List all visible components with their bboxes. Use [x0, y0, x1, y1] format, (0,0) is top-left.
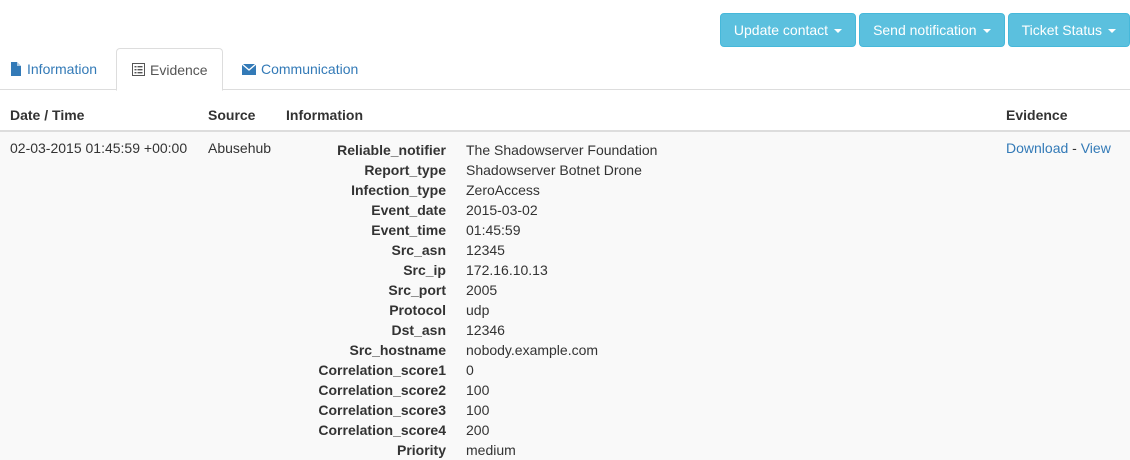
information-row: Correlation_score3 100 [286, 400, 766, 420]
information-row: Correlation_score2 100 [286, 380, 766, 400]
tab-information-label: Information [27, 61, 98, 77]
evidence-links: Download - View [1006, 140, 1111, 156]
information-key: Report_type [364, 162, 446, 178]
file-icon [10, 62, 22, 76]
information-key: Correlation_score3 [318, 402, 446, 418]
ticket-status-button[interactable]: Ticket Status [1007, 13, 1130, 47]
information-key: Correlation_score2 [318, 382, 446, 398]
information-key: Event_date [371, 202, 446, 218]
send-notification-button[interactable]: Send notification [859, 13, 1005, 47]
update-contact-label: Update contact [733, 22, 829, 38]
list-alt-icon [132, 63, 145, 76]
information-key: Infection_type [351, 182, 446, 198]
ticket-status-label: Ticket Status [1021, 22, 1102, 38]
information-row: Reliable_notifier The Shadowserver Founda… [286, 140, 766, 160]
ticket-actions: Update contact Send notification Ticket … [719, 13, 1130, 47]
send-notification-label: Send notification [873, 22, 977, 38]
download-link[interactable]: Download [1006, 140, 1068, 156]
information-value: 01:45:59 [466, 222, 521, 238]
tab-evidence[interactable]: Evidence [116, 48, 223, 91]
information-row: Event_time 01:45:59 [286, 220, 766, 240]
evidence-datetime: 02-03-2015 01:45:59 +00:00 [10, 140, 188, 156]
ticket-page: Update contact Send notification Ticket … [0, 0, 1130, 460]
information-value: 100 [466, 402, 490, 418]
information-value: 12346 [466, 322, 505, 338]
tab-communication[interactable]: Communication [227, 48, 373, 90]
information-key: Priority [396, 442, 446, 458]
information-row: Event_date 2015-03-02 [286, 200, 766, 220]
information-value: ZeroAccess [466, 182, 540, 198]
evidence-source: Abusehub [208, 140, 272, 156]
column-header-source: Source [208, 107, 256, 123]
information-value: 172.16.10.13 [466, 262, 548, 278]
column-header-evidence: Evidence [1006, 107, 1068, 123]
information-key: Correlation_score1 [318, 362, 446, 378]
evidence-table: Date / Time Source Information Evidence … [0, 101, 1130, 460]
information-row: Infection_type ZeroAccess [286, 180, 766, 200]
information-value: 0 [466, 362, 474, 378]
envelope-icon [242, 63, 256, 75]
column-header-date: Date / Time [10, 107, 85, 123]
information-key: Reliable_notifier [337, 142, 446, 158]
information-value: 100 [466, 382, 490, 398]
information-value: 12345 [466, 242, 505, 258]
ticket-tabs: Information Evidence Communication [0, 48, 1130, 91]
information-key: Dst_asn [391, 322, 446, 338]
information-row: Src_asn 12345 [286, 240, 766, 260]
information-key: Src_ip [403, 262, 446, 278]
information-row: Correlation_score4 200 [286, 420, 766, 440]
information-key: Protocol [389, 302, 446, 318]
information-row: Src_port 2005 [286, 280, 766, 300]
information-row: Src_hostname nobody.example.com [286, 340, 766, 360]
information-key: Src_port [388, 282, 446, 298]
evidence-information-list: Reliable_notifier The Shadowserver Founda… [286, 140, 766, 460]
column-header-information: Information [286, 107, 363, 123]
tab-information[interactable]: Information [0, 48, 112, 90]
information-row: Correlation_score1 0 [286, 360, 766, 380]
tab-communication-label: Communication [261, 61, 359, 77]
information-value: 2005 [466, 282, 498, 298]
table-row: 02-03-2015 01:45:59 +00:00 Abusehub Reli… [0, 132, 1130, 460]
information-value: nobody.example.com [466, 342, 599, 358]
caret-down-icon [982, 28, 991, 33]
information-value: udp [466, 302, 490, 318]
information-key: Event_time [371, 222, 446, 238]
information-row: Src_ip 172.16.10.13 [286, 260, 766, 280]
view-link[interactable]: View [1081, 140, 1111, 156]
information-value: medium [466, 442, 516, 458]
information-row: Report_type Shadowserver Botnet Drone [286, 160, 766, 180]
information-value: The Shadowserver Foundation [466, 142, 658, 158]
tab-evidence-label: Evidence [150, 61, 208, 78]
caret-down-icon [1108, 28, 1116, 33]
update-contact-button[interactable]: Update contact [719, 13, 857, 47]
information-value: Shadowserver Botnet Drone [466, 162, 642, 178]
caret-down-icon [834, 28, 843, 33]
information-key: Src_asn [391, 242, 446, 258]
information-key: Correlation_score4 [318, 422, 446, 438]
link-separator: - [1072, 140, 1077, 156]
table-header: Date / Time Source Information Evidence [0, 101, 1130, 132]
information-row: Protocol udp [286, 300, 766, 320]
information-row: Priority medium [286, 440, 766, 460]
information-value: 2015-03-02 [466, 202, 538, 218]
information-key: Src_hostname [349, 342, 446, 358]
information-value: 200 [466, 422, 490, 438]
information-row: Dst_asn 12346 [286, 320, 766, 340]
